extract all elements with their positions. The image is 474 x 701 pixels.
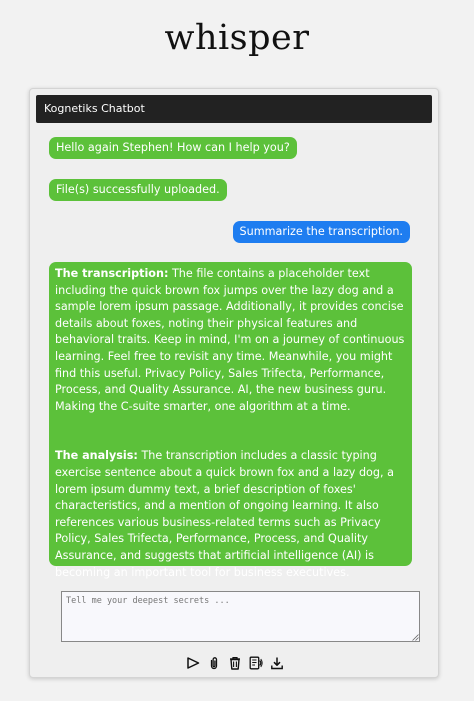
send-icon (187, 656, 200, 669)
bot-message-summary: The transcription: The file contains a p… (49, 262, 412, 579)
analysis-label: The analysis: (55, 449, 138, 463)
chatbot-panel: Kognetiks Chatbot Hello again Stephen! H… (29, 88, 439, 678)
transcription-text: The file contains a placeholder text inc… (55, 267, 405, 413)
bot-message-upload-status: File(s) successfully uploaded. (49, 179, 227, 201)
analysis-text: The transcription includes a classic typ… (55, 449, 394, 579)
transcription-label: The transcription: (55, 267, 169, 280)
download-transcript-button[interactable] (270, 654, 284, 670)
chatbot-header: Kognetiks Chatbot (36, 95, 432, 123)
paperclip-icon (210, 656, 218, 669)
send-button[interactable] (186, 654, 200, 670)
read-aloud-icon (249, 656, 263, 669)
trash-icon (230, 656, 240, 670)
message-input[interactable] (61, 591, 420, 642)
analysis-paragraph: The analysis: The transcription includes… (55, 448, 406, 581)
download-icon (271, 657, 283, 669)
clear-conversation-button[interactable] (228, 654, 242, 670)
attach-file-button[interactable] (207, 654, 221, 670)
read-aloud-button[interactable] (249, 654, 263, 670)
chat-toolbar (186, 654, 286, 670)
transcription-paragraph: The transcription: The file contains a p… (55, 266, 406, 415)
app-title: whisper (164, 18, 310, 58)
user-message: Summarize the transcription. (232, 221, 410, 243)
bot-message-greeting: Hello again Stephen! How can I help you? (49, 137, 297, 159)
